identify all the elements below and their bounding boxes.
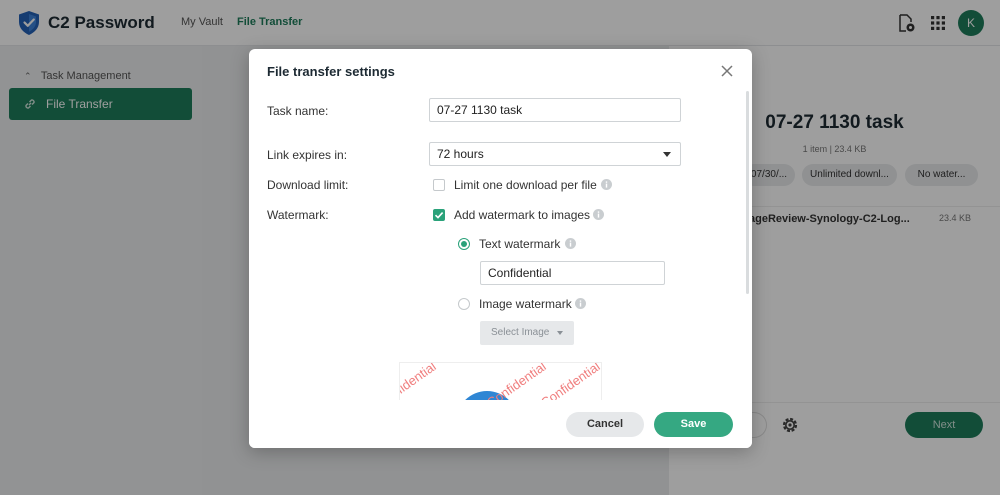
dialog-footer: Cancel Save bbox=[249, 400, 752, 448]
watermark-label: Watermark: bbox=[267, 208, 329, 222]
preview-watermark-text: Confidential bbox=[483, 362, 549, 400]
cancel-button[interactable]: Cancel bbox=[566, 412, 644, 437]
preview-watermark-text: Confidential bbox=[399, 362, 439, 400]
file-transfer-settings-dialog: File transfer settings Task name: 07-27 … bbox=[249, 49, 752, 448]
chevron-down-icon bbox=[557, 331, 563, 335]
watermark-preview: Confidential Confidential Confidential bbox=[399, 362, 602, 400]
watermark-text-input[interactable]: Confidential bbox=[480, 261, 665, 285]
limit-download-checkbox[interactable] bbox=[433, 179, 445, 191]
task-name-label: Task name: bbox=[267, 104, 329, 118]
task-name-input[interactable]: 07-27 1130 task bbox=[429, 98, 681, 122]
image-watermark-label: Image watermark bbox=[479, 297, 572, 311]
info-icon[interactable] bbox=[593, 209, 604, 220]
checkmark-icon bbox=[434, 212, 444, 219]
info-icon[interactable] bbox=[575, 298, 586, 309]
link-expires-select[interactable]: 72 hours bbox=[429, 142, 681, 166]
download-limit-label: Download limit: bbox=[267, 178, 349, 192]
add-watermark-checkbox[interactable] bbox=[433, 209, 445, 221]
text-watermark-label: Text watermark bbox=[479, 237, 561, 251]
link-expires-label: Link expires in: bbox=[267, 148, 348, 162]
link-expires-value: 72 hours bbox=[437, 147, 484, 161]
text-watermark-radio[interactable] bbox=[458, 238, 470, 250]
image-watermark-radio[interactable] bbox=[458, 298, 470, 310]
close-icon[interactable] bbox=[719, 63, 735, 79]
add-watermark-option-label: Add watermark to images bbox=[454, 208, 591, 222]
select-image-button[interactable]: Select Image bbox=[480, 321, 574, 345]
select-image-label: Select Image bbox=[491, 327, 550, 338]
dialog-title: File transfer settings bbox=[267, 64, 395, 79]
chevron-down-icon bbox=[663, 152, 671, 157]
save-button[interactable]: Save bbox=[654, 412, 733, 437]
info-icon[interactable] bbox=[565, 238, 576, 249]
limit-download-option-label: Limit one download per file bbox=[454, 178, 597, 192]
info-icon[interactable] bbox=[601, 179, 612, 190]
dialog-scrollbar[interactable] bbox=[746, 91, 749, 294]
